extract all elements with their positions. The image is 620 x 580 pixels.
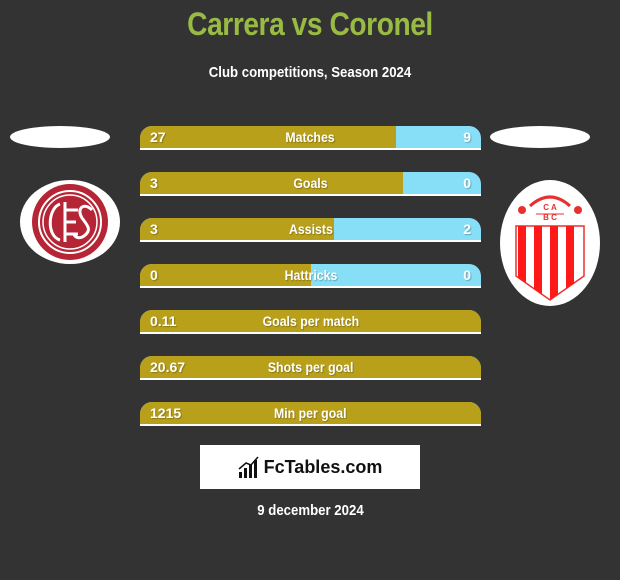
stat-label-text: Min per goal xyxy=(274,405,347,421)
stat-label-text: Goals per match xyxy=(262,313,359,329)
stat-bar-matches: 27 Matches 9 xyxy=(140,126,481,150)
lanus-crest-icon xyxy=(32,184,108,260)
brand-name: FcTables.com xyxy=(263,456,383,477)
stat-label: Shots per goal xyxy=(140,356,481,378)
stat-label: Min per goal xyxy=(140,402,481,424)
stat-bar-hattricks: 0 Hattricks 0 xyxy=(140,264,481,288)
stat-bar-goals-per-match: 0.11 Goals per match xyxy=(140,310,481,334)
stat-label: Matches xyxy=(140,126,481,148)
barracas-central-crest-icon: C A B C xyxy=(515,195,585,301)
stat-bar-shots-per-goal: 20.67 Shots per goal xyxy=(140,356,481,380)
stat-label-text: Matches xyxy=(285,129,336,145)
left-team-name-placeholder xyxy=(10,126,110,148)
stat-label-text: Assists xyxy=(288,221,333,237)
stat-label: Goals per match xyxy=(140,310,481,332)
fctables-logo-banner[interactable]: FcTables.com xyxy=(200,445,420,489)
bar-chart-icon xyxy=(238,456,259,478)
page-subtitle: Club competitions, Season 2024 xyxy=(208,64,412,81)
right-value: 2 xyxy=(463,221,471,237)
right-value: 0 xyxy=(463,175,471,191)
page-title: Carrera vs Coronel xyxy=(187,6,433,42)
svg-text:C A: C A xyxy=(543,203,557,212)
right-team-crest[interactable]: C A B C xyxy=(500,180,600,306)
stat-bar-min-per-goal: 1215 Min per goal xyxy=(140,402,481,426)
stat-label-text: Hattricks xyxy=(284,267,337,283)
stat-label: Assists xyxy=(140,218,481,240)
stat-label: Goals xyxy=(140,172,481,194)
right-value: 9 xyxy=(463,129,471,145)
right-value: 0 xyxy=(463,267,471,283)
right-team-name-placeholder xyxy=(490,126,590,148)
match-date: 9 december 2024 xyxy=(0,502,620,519)
stat-label-text: Goals xyxy=(293,175,328,191)
stat-label: Hattricks xyxy=(140,264,481,286)
stat-label-text: Shots per goal xyxy=(267,359,354,375)
stat-bar-goals: 3 Goals 0 xyxy=(140,172,481,196)
match-date-text: 9 december 2024 xyxy=(256,502,364,519)
left-team-crest[interactable] xyxy=(20,180,120,264)
stat-bar-assists: 3 Assists 2 xyxy=(140,218,481,242)
